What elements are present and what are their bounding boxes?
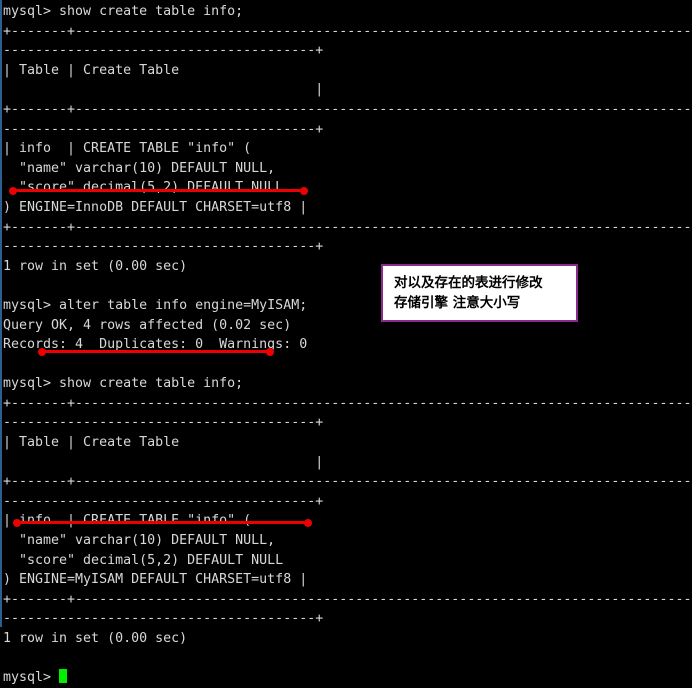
terminal-line: +-------+-------------------------------… xyxy=(3,219,692,235)
terminal-line: "name" varchar(10) DEFAULT NULL, xyxy=(3,160,276,176)
terminal-line: +-------+-------------------------------… xyxy=(3,101,692,117)
terminal-line: "score" decimal(5,2) DEFAULT NULL xyxy=(3,552,284,568)
annotation-note-line-2: 存储引擎 注意大小写 xyxy=(394,295,521,311)
terminal-line: +-------+-------------------------------… xyxy=(3,23,692,39)
terminal-line: 1 row in set (0.00 sec) xyxy=(3,631,188,646)
terminal-line: ---------------------------------------+ xyxy=(3,611,324,627)
terminal-line: +-------+-------------------------------… xyxy=(3,474,692,490)
terminal-line: ---------------------------------------+ xyxy=(3,415,324,431)
terminal-line: | info | CREATE TABLE "info" ( xyxy=(3,141,252,157)
terminal-line: | Table | Create Table xyxy=(3,62,180,78)
terminal-line: mysql> alter table info engine=MyISAM; xyxy=(3,297,308,313)
annotation-note-line-1: 对以及存在的表进行修改 xyxy=(394,275,543,291)
terminal-line: "name" varchar(10) DEFAULT NULL, xyxy=(3,533,276,549)
terminal-line: 1 row in set (0.00 sec) xyxy=(3,258,188,274)
window-left-edge xyxy=(0,0,2,627)
annotation-note: 对以及存在的表进行修改 存储引擎 注意大小写 xyxy=(381,264,578,322)
terminal-line: mysql> xyxy=(3,668,692,688)
terminal-line: | xyxy=(3,82,324,98)
underline-show-create-table xyxy=(38,347,274,356)
terminal-line: ) ENGINE=InnoDB DEFAULT CHARSET=utf8 | xyxy=(3,199,308,215)
terminal-line: ---------------------------------------+ xyxy=(3,239,324,255)
terminal-output[interactable]: mysql> show create table info; +-------+-… xyxy=(3,2,692,688)
terminal-line: ---------------------------------------+ xyxy=(3,121,324,137)
terminal-line: +-------+-------------------------------… xyxy=(3,395,692,411)
terminal-line: +-------+-------------------------------… xyxy=(3,591,692,607)
terminal-line: | Table | Create Table xyxy=(3,435,180,451)
terminal-line: | xyxy=(3,454,324,470)
terminal-line: mysql> show create table info; xyxy=(3,4,244,19)
terminal-line: ---------------------------------------+ xyxy=(3,493,324,509)
block-cursor xyxy=(59,669,68,684)
terminal-line: Query OK, 4 rows affected (0.02 sec) xyxy=(3,317,292,333)
terminal-line: mysql> show create table info; xyxy=(3,376,244,392)
underline-engine-myisam xyxy=(13,518,312,527)
terminal-window: mysql> show create table info; +-------+-… xyxy=(0,0,692,685)
underline-engine-innodb xyxy=(9,186,308,195)
terminal-line: ) ENGINE=MyISAM DEFAULT CHARSET=utf8 | xyxy=(3,572,308,588)
terminal-line: ---------------------------------------+ xyxy=(3,43,324,59)
